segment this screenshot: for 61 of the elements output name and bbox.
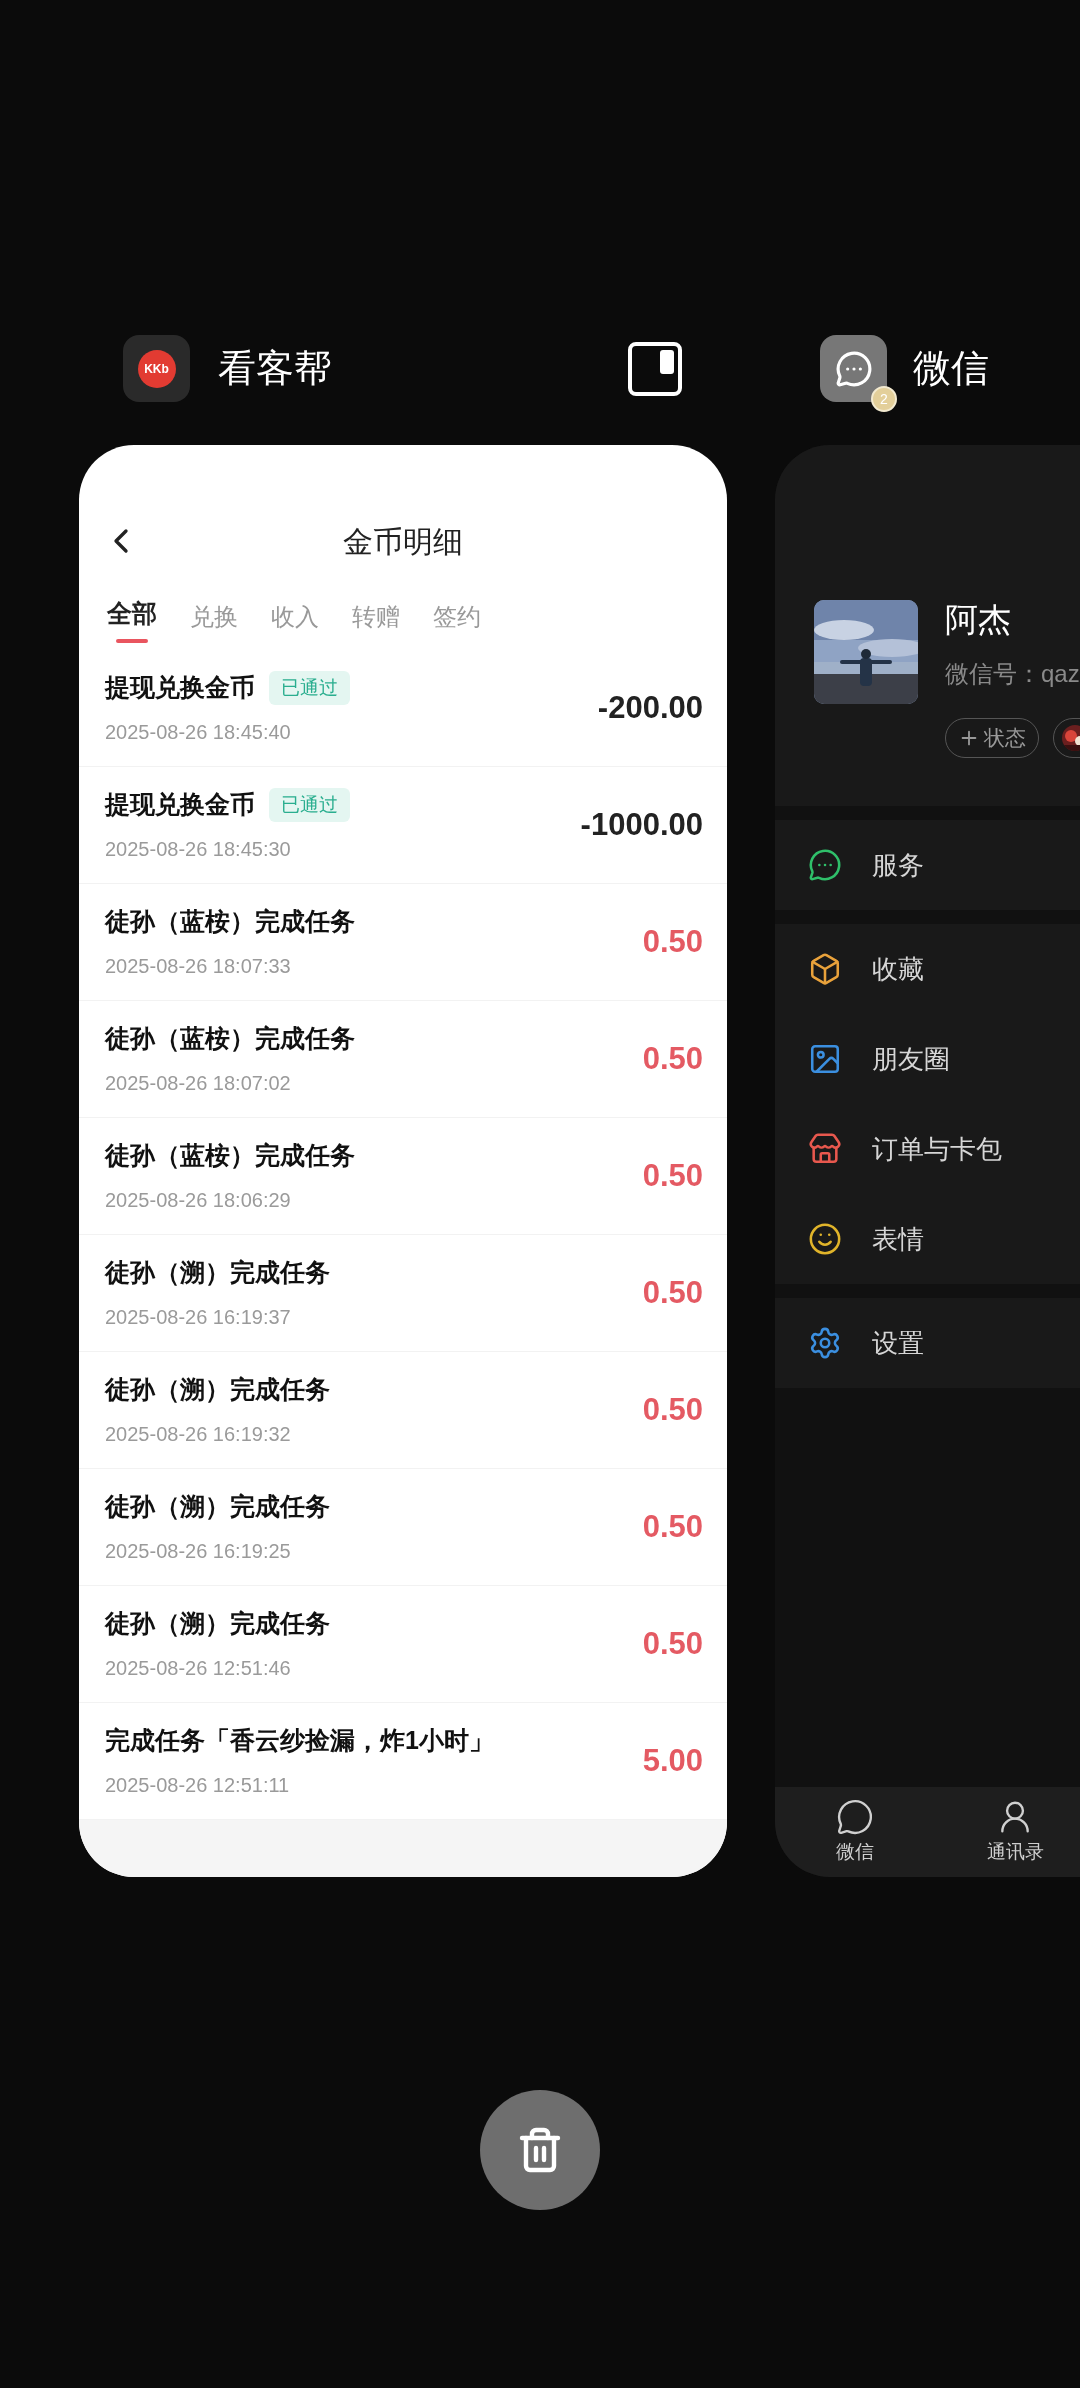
settings-icon (808, 1326, 842, 1360)
shop-icon (808, 1132, 842, 1166)
record-time: 2025-08-26 16:19:25 (105, 1538, 292, 1564)
amount: -200.00 (597, 688, 703, 727)
app-card[interactable] (79, 445, 727, 1877)
record-time: 2025-08-26 18:45:40 (105, 719, 292, 745)
record-time: 2025-08-26 18:45:30 (105, 836, 292, 862)
app-name: 看客帮 (218, 346, 332, 391)
record-title: 徒孙（溯）完成任务 (105, 1257, 330, 1289)
smiley-icon (808, 1222, 842, 1256)
record-title: 徒孙（溯）完成任务 (105, 1608, 330, 1640)
record-title: 徒孙（蓝桉）完成任务 (105, 1140, 355, 1172)
amount: 0.50 (642, 1156, 703, 1195)
wechat-id: 微信号：qaz (945, 659, 1080, 689)
amount: 0.50 (642, 1390, 703, 1429)
app-icon[interactable] (820, 335, 887, 402)
split-screen-icon[interactable] (628, 341, 682, 396)
menu-item[interactable]: 表情 (775, 1194, 1080, 1284)
record-title: 提现兑换金币 (105, 789, 255, 821)
status-tag: 已通过 (269, 787, 350, 823)
picture-icon (808, 1042, 842, 1076)
record-time: 2025-08-26 12:51:11 (105, 1772, 291, 1798)
bottom-tab[interactable]: 微信 (775, 1787, 935, 1877)
chat-bubble-icon (836, 1797, 874, 1836)
app-name: 微信 (913, 346, 989, 391)
record-time: 2025-08-26 18:07:02 (105, 1070, 292, 1096)
menu-item[interactable]: 设置 (775, 1298, 1080, 1388)
bottom-tab[interactable]: 通讯录 (935, 1787, 1080, 1877)
record-title: 完成任务「香云纱捡漏，炸1小时」 (105, 1725, 494, 1757)
menu-item[interactable]: 服务 (775, 820, 1080, 910)
amount: 0.50 (642, 1039, 703, 1078)
record-time: 2025-08-26 12:51:46 (105, 1655, 292, 1681)
profile-name: 阿杰 (945, 600, 1012, 640)
chat-bubble-icon (808, 848, 842, 882)
record-time: 2025-08-26 18:06:29 (105, 1187, 292, 1213)
menu-item[interactable]: 朋友圈 (775, 1014, 1080, 1104)
page-title: 金币明细 (343, 523, 463, 560)
app-icon[interactable]: KKb (123, 335, 190, 402)
record-time: 2025-08-26 18:07:33 (105, 953, 292, 979)
amount: 0.50 (642, 1507, 703, 1546)
record-title: 徒孙（蓝桉）完成任务 (105, 906, 355, 938)
app-card[interactable]: 阿杰 微信号：qaz 状态 服务 收藏 朋友圈 订单与卡包 表情 设置 微信 通讯录 (775, 445, 1080, 1877)
record-time: 2025-08-26 16:19:37 (105, 1304, 292, 1330)
amount: 0.50 (642, 922, 703, 961)
logo-text: KKb (144, 362, 169, 375)
record-title: 徒孙（蓝桉）完成任务 (105, 1023, 355, 1055)
menu-item[interactable]: 收藏 (775, 924, 1080, 1014)
amount: 0.50 (642, 1273, 703, 1312)
notification-badge: 2 (871, 386, 897, 412)
chat-bubble-icon (834, 349, 873, 388)
amount: 0.50 (642, 1624, 703, 1663)
record-title: 徒孙（溯）完成任务 (105, 1491, 330, 1523)
record-title: 徒孙（溯）完成任务 (105, 1374, 330, 1406)
amount: 5.00 (642, 1741, 703, 1780)
record-title: 提现兑换金币 (105, 672, 255, 704)
cube-icon (808, 952, 842, 986)
status-tag: 已通过 (269, 670, 350, 706)
amount: -1000.00 (580, 805, 703, 844)
record-time: 2025-08-26 16:19:32 (105, 1421, 292, 1447)
filter-tab[interactable]: 全部 (107, 595, 157, 643)
menu-item[interactable]: 订单与卡包 (775, 1104, 1080, 1194)
